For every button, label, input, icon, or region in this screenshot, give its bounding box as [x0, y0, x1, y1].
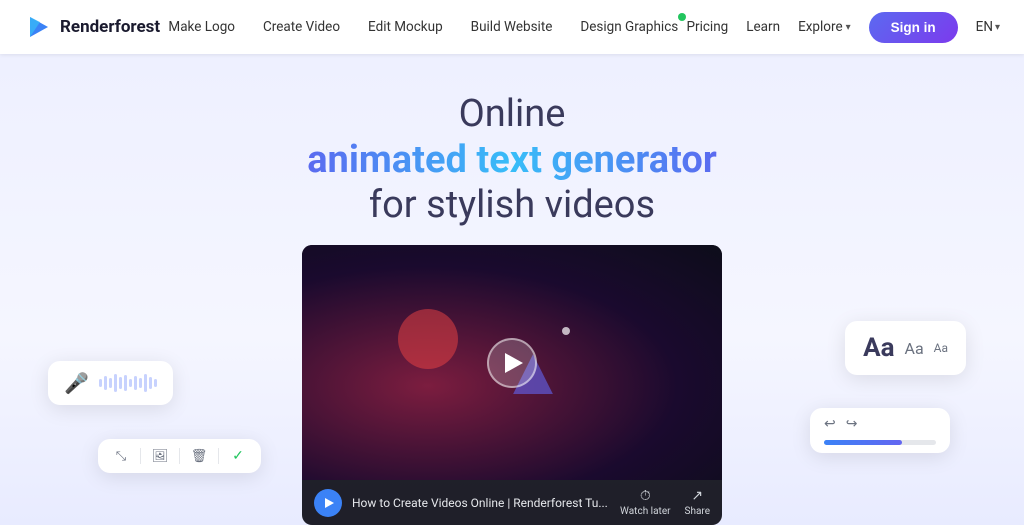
image-icon[interactable]: 🖼 — [151, 447, 169, 465]
video-channel-icon — [314, 489, 342, 517]
toolbar-divider-2 — [179, 448, 180, 464]
audio-waveform — [99, 374, 157, 392]
undo-icon[interactable]: ↩ — [824, 416, 836, 432]
clock-icon: ⏱ — [640, 488, 651, 504]
hero-title-top: Online — [459, 92, 566, 138]
watch-later-button[interactable]: ⏱ Watch later — [620, 488, 670, 517]
arrows-card: ↩ ↪ — [810, 408, 950, 453]
confirm-icon[interactable]: ✓ — [229, 447, 247, 465]
video-decor-circle — [398, 309, 458, 369]
nav-learn[interactable]: Learn — [746, 19, 780, 35]
video-bar-actions: ⏱ Watch later ↗ Share — [620, 488, 710, 517]
arrows-row: ↩ ↪ — [824, 416, 936, 432]
nav-make-logo[interactable]: Make Logo — [168, 19, 235, 35]
play-icon — [505, 353, 523, 373]
hero-section: Online animated text generator for styli… — [0, 54, 1024, 525]
channel-play-icon — [325, 498, 334, 508]
nav-pricing[interactable]: Pricing — [686, 19, 728, 35]
lang-selector[interactable]: EN ▾ — [976, 19, 1000, 35]
font-card: Aa Aa Aa — [845, 321, 966, 375]
nav-links: Make Logo Create Video Edit Mockup Build… — [168, 19, 678, 35]
logo-text: Renderforest — [60, 17, 160, 37]
toolbar-divider — [140, 448, 141, 464]
nav-build-website[interactable]: Build Website — [471, 19, 553, 35]
font-aa-medium[interactable]: Aa — [905, 339, 924, 358]
signin-button[interactable]: Sign in — [869, 12, 958, 43]
nav-design-graphics[interactable]: Design Graphics — [580, 19, 678, 35]
delete-icon[interactable]: 🗑 — [190, 447, 208, 465]
new-badge — [678, 13, 686, 21]
toolbar-divider-3 — [218, 448, 219, 464]
video-decor-dot — [562, 327, 570, 335]
video-thumbnail[interactable] — [302, 245, 722, 480]
toolbar-card: ⤡ 🖼 🗑 ✓ — [98, 439, 261, 473]
share-button[interactable]: ↗ Share — [685, 488, 710, 517]
explore-chevron-icon: ▾ — [846, 22, 851, 33]
nav-right: Pricing Learn Explore ▾ Sign in EN ▾ — [686, 12, 1000, 43]
video-bar: How to Create Videos Online | Renderfore… — [302, 480, 722, 525]
logo[interactable]: Renderforest — [24, 13, 160, 41]
nav-create-video[interactable]: Create Video — [263, 19, 340, 35]
progress-fill — [824, 440, 902, 445]
video-section: How to Create Videos Online | Renderfore… — [302, 245, 722, 525]
share-icon: ↗ — [691, 488, 703, 504]
hero-title-bottom: for stylish videos — [369, 183, 655, 229]
nav-explore[interactable]: Explore ▾ — [798, 19, 851, 35]
hero-title-gradient: animated text generator — [307, 138, 717, 184]
redo-icon[interactable]: ↪ — [846, 416, 858, 432]
font-aa-large[interactable]: Aa — [863, 333, 894, 363]
resize-icon[interactable]: ⤡ — [112, 447, 130, 465]
audio-card: 🎤 — [48, 361, 173, 405]
font-aa-small[interactable]: Aa — [934, 341, 948, 355]
progress-track — [824, 440, 936, 445]
nav-edit-mockup[interactable]: Edit Mockup — [368, 19, 443, 35]
navbar: Renderforest Make Logo Create Video Edit… — [0, 0, 1024, 54]
microphone-icon: 🎤 — [64, 371, 89, 395]
video-play-button[interactable] — [487, 338, 537, 388]
lang-chevron-icon: ▾ — [995, 22, 1000, 33]
video-title: How to Create Videos Online | Renderfore… — [352, 496, 610, 510]
